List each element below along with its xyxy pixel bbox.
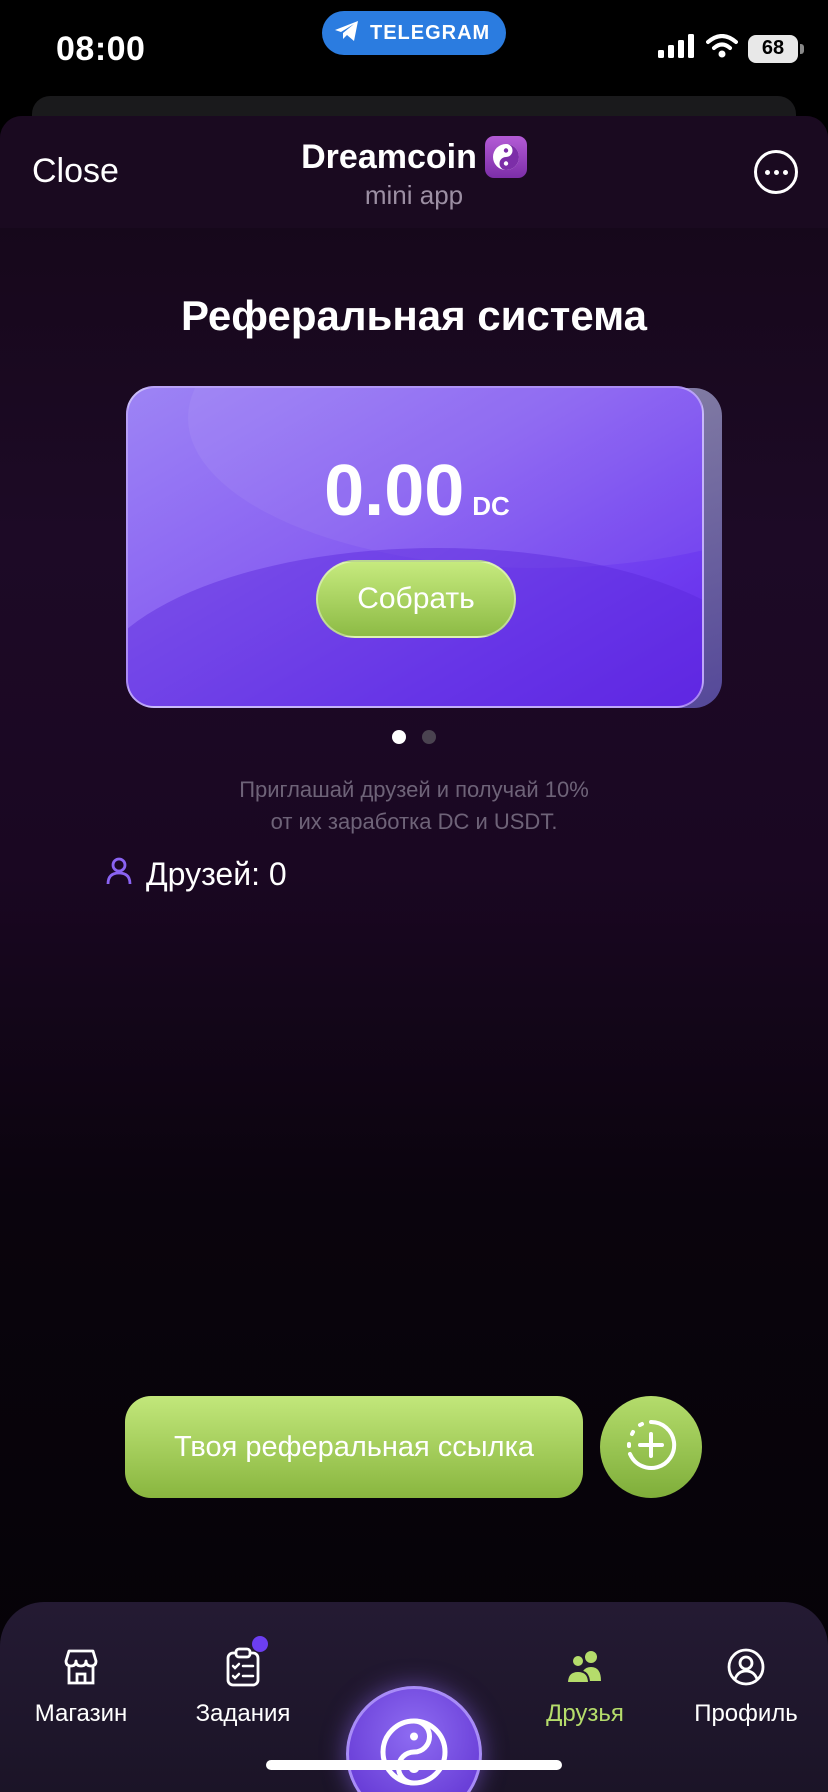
tab-friends[interactable]: Друзья — [510, 1642, 660, 1728]
app-title: Dreamcoin — [301, 136, 527, 178]
balance-amount: 0.00 — [324, 451, 465, 531]
page-title: Реферальная система — [180, 292, 648, 339]
telegram-icon — [334, 20, 360, 47]
status-time: 08:00 — [56, 30, 146, 68]
tab-shop[interactable]: Магазин — [6, 1642, 156, 1728]
invite-line-2: от их заработка DC и USDT. — [270, 809, 558, 834]
notification-badge — [252, 1636, 268, 1652]
app-title-text: Dreamcoin — [301, 137, 477, 176]
tab-tasks[interactable]: Задания — [168, 1636, 318, 1728]
balance-unit: DC — [472, 491, 510, 521]
invite-line-1: Приглашай друзей и получай 10% — [239, 777, 589, 802]
profile-icon — [671, 1642, 821, 1692]
add-button[interactable] — [600, 1396, 702, 1498]
tab-shop-label: Магазин — [34, 1700, 128, 1727]
more-icon[interactable] — [754, 150, 798, 194]
telegram-label: TELEGRAM — [370, 21, 491, 44]
yin-yang-icon — [379, 1717, 449, 1792]
signal-icon — [658, 34, 696, 63]
invite-description: Приглашай друзей и получай 10% от их зар… — [0, 774, 828, 838]
tasks-icon — [168, 1636, 318, 1692]
user-icon — [106, 856, 132, 893]
app-header: Close Dreamcoin mini app — [0, 116, 828, 228]
yin-yang-emoji-icon — [484, 136, 527, 178]
telegram-pill[interactable]: TELEGRAM — [322, 11, 506, 55]
friends-icon — [510, 1642, 660, 1692]
app-subtitle: mini app — [364, 180, 464, 210]
balance: 0.00 DC — [128, 450, 702, 532]
mini-app: Close Dreamcoin mini app Реферальная сис… — [0, 116, 828, 1792]
tab-tasks-label: Задания — [195, 1700, 291, 1727]
status-icons: 68 — [658, 34, 804, 63]
tab-profile[interactable]: Профиль — [671, 1642, 821, 1728]
title-block: Dreamcoin mini app — [0, 136, 828, 211]
tab-friends-label: Друзья — [546, 1700, 624, 1727]
status-bar: 08:00 TELEGRAM 68 — [0, 0, 828, 100]
battery-icon: 68 — [748, 34, 804, 63]
tab-profile-label: Профиль — [694, 1700, 798, 1727]
wifi-icon — [706, 34, 738, 63]
carousel-dot[interactable] — [422, 730, 436, 744]
referral-link-button[interactable]: Твоя реферальная ссылка — [125, 1396, 583, 1498]
balance-card[interactable]: 0.00 DC Собрать — [126, 386, 704, 708]
friends-count-row: Друзей: 0 — [106, 856, 287, 893]
carousel-dot[interactable] — [392, 730, 406, 744]
collect-button[interactable]: Собрать — [316, 560, 516, 638]
shop-icon — [6, 1642, 156, 1692]
friends-count: Друзей: 0 — [146, 856, 287, 892]
home-indicator[interactable] — [266, 1760, 562, 1770]
add-icon — [624, 1418, 678, 1477]
carousel-dots — [0, 730, 828, 744]
